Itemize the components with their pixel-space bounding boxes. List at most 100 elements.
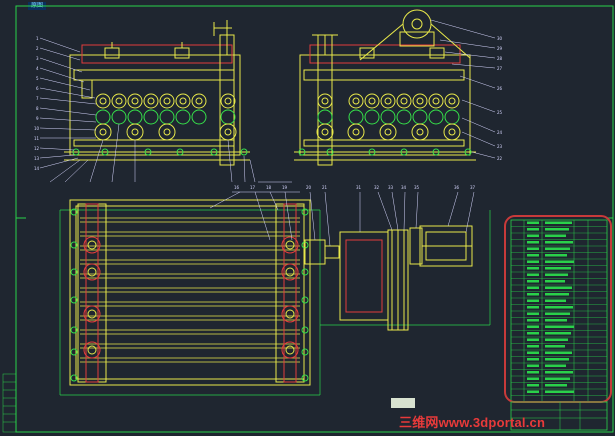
table-cell-mark xyxy=(527,351,539,354)
table-cell-mark xyxy=(527,299,539,302)
svg-text:7: 7 xyxy=(36,96,39,101)
table-cell-mark xyxy=(545,254,567,257)
table-cell-mark xyxy=(545,325,574,328)
svg-text:9: 9 xyxy=(36,116,39,121)
svg-text:37: 37 xyxy=(470,185,476,190)
side-view-right: 30 29 28 27 26 25 24 23 22 xyxy=(294,9,503,166)
table-cell-mark xyxy=(545,371,573,374)
table-cell-mark xyxy=(527,260,539,263)
table-cell-mark xyxy=(545,351,572,354)
watermark-text: 三维网www.3dportal.cn xyxy=(399,415,546,430)
cad-drawing-canvas: 123 456 789 101112 1314 302928 272625 24… xyxy=(2,5,614,433)
svg-text:16: 16 xyxy=(234,185,240,190)
table-cell-mark xyxy=(545,221,572,224)
table-cell-mark xyxy=(545,293,569,296)
table-cell-mark xyxy=(545,247,570,250)
table-cell-mark xyxy=(527,364,539,367)
svg-text:13: 13 xyxy=(34,156,40,161)
table-cell-mark xyxy=(527,254,539,257)
svg-text:27: 27 xyxy=(497,66,503,71)
cad-drawing-viewport: 原图 1 2 3 4 5 6 7 8 9 10 11 12 13 14 30 2… xyxy=(0,0,615,436)
svg-text:33: 33 xyxy=(388,185,394,190)
plan-view: 16 17 18 19 20 21 31 32 33 34 35 36 37 xyxy=(59,185,491,396)
table-cell-mark xyxy=(527,273,539,276)
svg-text:22: 22 xyxy=(497,156,503,161)
table-cell-mark xyxy=(545,377,570,380)
front-view-left: 123 456 789 101112 1314 xyxy=(34,20,292,183)
svg-text:36: 36 xyxy=(454,185,460,190)
table-cell-mark xyxy=(545,260,574,263)
table-cell-mark xyxy=(527,390,539,393)
table-cell-mark xyxy=(545,319,567,322)
table-cell-mark xyxy=(545,390,574,393)
table-cell-mark xyxy=(527,234,539,237)
svg-text:30: 30 xyxy=(497,36,503,41)
table-cell-mark xyxy=(527,319,539,322)
table-cell-mark xyxy=(545,384,567,387)
table-cell-mark xyxy=(545,306,573,309)
table-cell-mark xyxy=(527,241,539,244)
table-cell-mark xyxy=(527,306,539,309)
table-cell-mark xyxy=(527,247,539,250)
table-cell-mark xyxy=(527,312,539,315)
table-cell-mark xyxy=(545,286,572,289)
table-cell-mark xyxy=(545,228,569,231)
svg-text:31: 31 xyxy=(356,185,362,190)
svg-text:21: 21 xyxy=(322,185,328,190)
table-cell-mark xyxy=(545,338,568,341)
table-cell-mark xyxy=(527,358,539,361)
svg-text:18: 18 xyxy=(266,185,272,190)
table-cell-mark xyxy=(545,267,571,270)
svg-text:17: 17 xyxy=(250,185,256,190)
svg-text:10: 10 xyxy=(34,126,40,131)
svg-text:3: 3 xyxy=(36,56,39,61)
svg-text:8: 8 xyxy=(36,106,39,111)
table-cell-mark xyxy=(545,234,566,237)
table-cell-mark xyxy=(527,371,539,374)
table-cell-mark xyxy=(527,338,539,341)
svg-text:25: 25 xyxy=(497,110,503,115)
svg-text:5: 5 xyxy=(36,76,39,81)
table-cell-mark xyxy=(527,345,539,348)
svg-text:34: 34 xyxy=(401,185,407,190)
highlight-outline xyxy=(504,215,612,403)
table-cell-mark xyxy=(545,332,571,335)
table-cell-mark xyxy=(545,241,573,244)
table-cell-mark xyxy=(545,364,566,367)
table-cell-mark xyxy=(545,273,568,276)
svg-text:19: 19 xyxy=(282,185,288,190)
svg-text:23: 23 xyxy=(497,144,503,149)
svg-text:28: 28 xyxy=(497,56,503,61)
table-cell-mark xyxy=(545,312,570,315)
svg-text:29: 29 xyxy=(497,46,503,51)
svg-text:11: 11 xyxy=(34,136,40,141)
svg-text:24: 24 xyxy=(497,130,503,135)
table-cell-mark xyxy=(527,228,539,231)
watermark-stamp xyxy=(391,398,415,408)
table-cell-mark xyxy=(527,332,539,335)
table-cell-mark xyxy=(527,267,539,270)
table-cell-mark xyxy=(545,358,569,361)
table-cell-mark xyxy=(545,299,566,302)
svg-text:2: 2 xyxy=(36,46,39,51)
table-cell-mark xyxy=(545,345,565,348)
svg-text:32: 32 xyxy=(374,185,380,190)
revision-block xyxy=(2,373,17,433)
svg-text:14: 14 xyxy=(34,166,40,171)
svg-text:12: 12 xyxy=(34,146,40,151)
table-cell-mark xyxy=(527,377,539,380)
svg-text:35: 35 xyxy=(414,185,420,190)
table-cell-mark xyxy=(527,325,539,328)
svg-text:4: 4 xyxy=(36,66,39,71)
svg-text:26: 26 xyxy=(497,86,503,91)
table-cell-mark xyxy=(527,286,539,289)
table-cell-mark xyxy=(545,280,565,283)
parts-list-table xyxy=(504,215,612,403)
svg-text:6: 6 xyxy=(36,86,39,91)
table-cell-mark xyxy=(527,221,539,224)
svg-text:1: 1 xyxy=(36,36,39,41)
table-cell-mark xyxy=(527,293,539,296)
svg-text:20: 20 xyxy=(306,185,312,190)
table-cell-mark xyxy=(527,280,539,283)
table-cell-mark xyxy=(527,384,539,387)
